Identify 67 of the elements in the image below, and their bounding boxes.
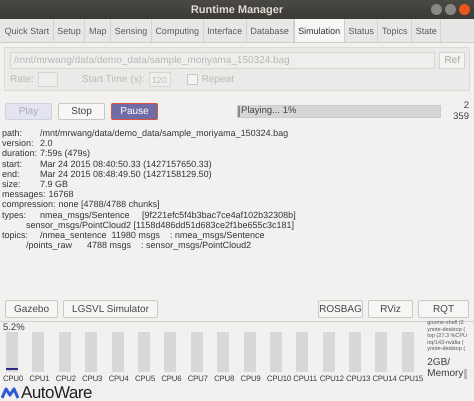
cpu-meter [349,332,362,372]
info-key: messages: [2,189,49,200]
cpu-meter [32,332,44,372]
tab[interactable]: Quick Start [1,19,54,42]
progress-label: Playing... 1% [241,104,296,116]
cpu-meter [112,332,124,372]
player-button[interactable]: Pause [111,102,158,120]
cpu-meter [322,332,335,372]
tool-button[interactable]: RQT [418,300,469,318]
info-key: size: [2,179,40,190]
progress-reading: 359 [453,111,469,122]
info-value: none [4788/4788 chunks] [58,199,160,210]
cpu-meter [244,332,256,372]
minimize-button[interactable] [431,4,442,15]
info-value: /mnt/mrwang/data/demo_data/sample_moriyama_150324.bag [40,128,288,138]
cpu-meter [190,332,203,372]
info-key: types: [2,210,40,220]
tab[interactable]: Topics [378,19,412,42]
cpu-meter [375,332,388,372]
maximize-button[interactable] [445,4,456,15]
info-key: path: [2,128,40,138]
info-value: 7.9 GB [40,179,68,190]
cpu-reading: 5.2% [3,322,26,332]
tab[interactable]: Status [344,19,378,42]
info-value: sensor_msgs/PointCloud2 [1158d486dd51d683ce2f1be655c3c181] [26,220,294,230]
memory-label: Memory [427,368,464,380]
cpu-meter [296,332,308,372]
tab[interactable]: State [412,19,442,42]
info-value: 2.0 [40,138,53,148]
tab[interactable]: Computing [152,19,204,42]
cpu-meter [58,332,71,372]
info-key: start: [2,158,40,169]
progress-reading: 2 [464,100,469,111]
tab[interactable]: Setup [54,19,86,42]
info-key: topics: [2,230,40,240]
tool-button[interactable]: RViz [368,300,413,318]
cpu-meter [164,332,176,372]
tab[interactable]: Interface [204,19,247,42]
info-value: Mar 24 2015 08:48:49.50 (1427158129.50) [40,168,212,180]
info-value: Mar 24 2015 08:40:50.33 (1427157650.33) [40,158,212,169]
cpu-meter [270,332,282,372]
cpu-meter [402,332,414,372]
tool-button[interactable]: ROSBAG [318,300,363,318]
info-value: 16768 [48,189,74,200]
info-value: /nmea_sentence 11980 msgs : nmea_msgs/Sentence [40,230,264,240]
info-key: version: [2,138,40,148]
memory-reading: 2GB/ [427,357,452,368]
tab[interactable]: Sensing [111,19,152,42]
logo-text: AutoWare [21,385,92,401]
logo-icon [1,386,19,400]
tab[interactable]: Simulation [294,19,345,42]
player-button[interactable]: Stop [58,102,105,120]
info-key: compression: [2,199,59,210]
info-key: duration: [2,148,40,159]
launch-button[interactable]: LGSVL Simulator [63,300,158,318]
info-value: nmea_msgs/Sentence [9f221efc5f4b3bac7ce4af102b32308b] [40,210,296,220]
cpu-meter [85,332,98,372]
launch-button[interactable]: Gazebo [5,300,58,318]
window-title: Runtime Manager [190,4,284,16]
cpu-meter [217,332,230,372]
close-button[interactable] [459,4,470,15]
tab[interactable]: Map [85,19,112,42]
info-value: /points_raw 4788 msgs : sensor_msgs/PointCloud2 [26,240,252,250]
cpu-meter [6,332,18,372]
info-value: 7:59s (479s) [40,148,90,159]
info-key: end: [2,168,40,180]
cpu-meter [138,332,150,372]
